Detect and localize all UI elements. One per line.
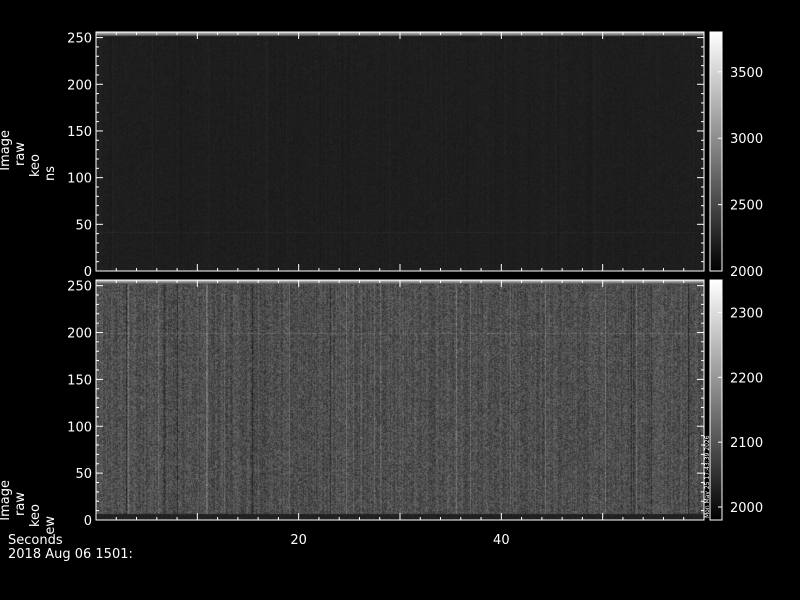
y-tick-label: 150 [67, 125, 92, 140]
y-axis-label-line: raw [13, 492, 28, 516]
x-axis-title: Seconds [8, 533, 63, 548]
y-tick-label: 0 [84, 514, 92, 529]
colorbar-tick-label: 2200 [730, 371, 763, 386]
x-tick-label: 40 [493, 533, 510, 548]
colorbar-tick-label: 2500 [730, 199, 763, 214]
y-tick-label: 50 [75, 467, 92, 482]
y-axis-label-line: ew [43, 516, 58, 535]
date-label: 2018 Aug 06 1501: [8, 547, 133, 562]
y-tick-label: 250 [67, 280, 92, 295]
y-axis-label-line: ns [43, 166, 58, 181]
y-axis-label-line: Image [0, 480, 13, 521]
colorbar-tick-label: 2000 [730, 501, 763, 516]
y-tick-label: 0 [84, 265, 92, 280]
y-axis-label-line: Image [0, 130, 13, 171]
colorbar-tick-label: 2300 [730, 306, 763, 321]
heatmap-image [96, 32, 704, 271]
x-tick-label: 20 [290, 533, 307, 548]
y-tick-label: 200 [67, 78, 92, 93]
colorbar-side-label: Mon May 25 17:43:39 2026 [704, 435, 711, 518]
y-tick-label: 250 [67, 32, 92, 47]
colorbar [709, 279, 723, 521]
y-axis-label-line: keo [28, 154, 43, 177]
panels-group: 050100150200250Image raw keo ns200025003000… [0, 31, 763, 535]
y-tick-label: 200 [67, 327, 92, 342]
keogram-panel-1: 0 50 100 150 200 250 Image raw keo ns 2000 2500 3000… [0, 31, 763, 280]
colorbar-tick-label: 2100 [730, 436, 763, 451]
y-axis-label-line: raw [13, 142, 28, 166]
heatmap-image [96, 280, 704, 520]
colorbar-tick-label: 2000 [730, 265, 763, 280]
x-tick-labels: 20 40 [290, 533, 509, 548]
colorbar-tick-label: 3500 [730, 66, 763, 81]
keogram-panel-2: 0 50 100 150 200 250 Image raw keo ew 2000 2100 2200… [0, 279, 763, 535]
keogram-figure: 050100150200250Image raw keo ns200025003000… [0, 31, 763, 562]
colorbar-tick-label: 3000 [730, 132, 763, 147]
y-tick-label: 50 [75, 218, 92, 233]
colorbar [709, 31, 723, 272]
y-tick-label: 100 [67, 420, 92, 435]
y-axis-label-line: keo [28, 504, 43, 527]
y-tick-label: 150 [67, 373, 92, 388]
y-tick-label: 100 [67, 172, 92, 187]
